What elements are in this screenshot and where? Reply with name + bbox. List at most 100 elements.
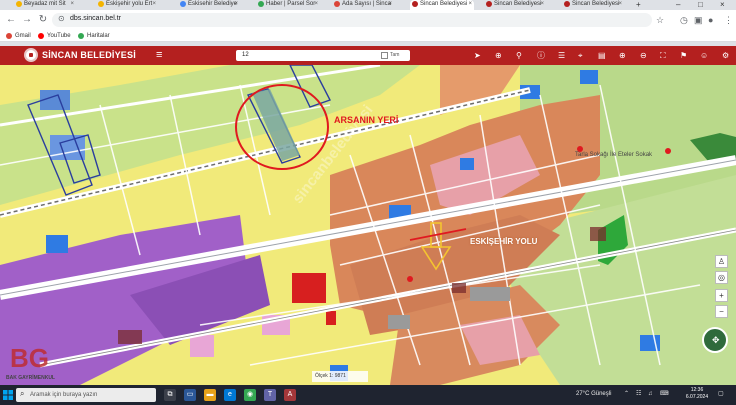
browser-tab[interactable]: Beyadaz mit Sit ×	[14, 0, 76, 10]
close-icon[interactable]: ×	[618, 0, 622, 8]
forward-arrow-icon[interactable]: →	[20, 13, 34, 27]
teams-icon[interactable]: T	[264, 389, 276, 401]
volume-icon[interactable]: ♫	[648, 390, 653, 398]
user-icon[interactable]: ☺	[700, 50, 708, 61]
eskisehir-yolu-annotation: ESKİŞEHİR YOLU	[470, 237, 538, 246]
access-icon[interactable]: A	[284, 389, 296, 401]
notifications-icon[interactable]: ▢	[718, 390, 724, 398]
zoom-in-icon[interactable]: ⊕	[619, 50, 626, 61]
browser-tab[interactable]: Haber | Parsel Sor ×	[256, 0, 320, 10]
system-clock[interactable]: 12:36 6.07.2024	[683, 387, 711, 401]
red-plot	[326, 311, 336, 325]
browser-tab[interactable]: Sincan Belediyesi ×	[484, 0, 546, 10]
globe-icon[interactable]: ⊕	[495, 50, 502, 61]
municipality-logo[interactable]	[24, 48, 38, 62]
close-icon[interactable]: ×	[468, 0, 472, 8]
taskbar-search[interactable]: ⌕ Aramak için buraya yazın	[16, 388, 156, 402]
menu-kebab-icon[interactable]: ⋮	[724, 14, 733, 26]
network-icon[interactable]: ☷	[636, 390, 641, 398]
tab-label: Eskisehir Belediye	[188, 1, 238, 7]
search-icon: ⌕	[20, 389, 25, 398]
gray-plot	[388, 315, 410, 329]
tab-favicon-icon	[486, 1, 492, 7]
hamburger-menu-icon[interactable]: ≡	[156, 49, 162, 61]
fullscreen-icon[interactable]: ⛶	[660, 50, 666, 61]
street-view-icon[interactable]: ♙	[715, 255, 728, 268]
browser-tab-strip: Beyadaz mit Sit × Eskişehir yolu Ert × Esk…	[0, 0, 736, 10]
browser-tab[interactable]: Sincan Belediyesi ×	[562, 0, 624, 10]
browser-tab[interactable]: Ada Sayısı | Sinca ×	[332, 0, 394, 10]
bookmark-haritalar[interactable]: Haritalar	[78, 32, 110, 40]
close-icon[interactable]: ×	[388, 0, 392, 8]
profile-icon[interactable]: ●	[708, 14, 713, 26]
close-icon[interactable]: ×	[152, 0, 156, 8]
agency-logo: BG	[8, 343, 70, 371]
close-icon[interactable]: ×	[70, 0, 74, 8]
map-canvas[interactable]: sincanbelediyesi ARSANIN YERİ ESKİŞEHİR …	[0, 65, 736, 385]
browser-tab[interactable]: Eskişehir yolu Ert ×	[96, 0, 158, 10]
browser-tab-active[interactable]: Sincan Belediyesi ×	[410, 0, 474, 10]
language-indicator-icon[interactable]: ⌨	[660, 390, 669, 398]
close-icon[interactable]: ×	[234, 0, 238, 8]
navigate-arrow-icon[interactable]: ➤	[474, 50, 481, 61]
zoom-out-icon[interactable]: ⊖	[640, 50, 647, 61]
minimize-icon[interactable]: –	[676, 0, 680, 9]
agency-logo-text: BG	[10, 343, 49, 371]
address-bar[interactable]: ⊙ dbs.sincan.bel.tr	[52, 13, 652, 27]
bookmark-gmail[interactable]: Gmail	[6, 32, 31, 40]
share-icon[interactable]: ⚲	[516, 50, 522, 61]
task-view-icon[interactable]: ⧉	[164, 389, 176, 401]
logo-emblem-icon	[29, 53, 33, 57]
url-text[interactable]: dbs.sincan.bel.tr	[70, 15, 121, 22]
taskbar-search-placeholder: Aramak için buraya yazın	[30, 392, 98, 398]
maximize-icon[interactable]: □	[698, 0, 703, 9]
back-arrow-icon[interactable]: ←	[4, 13, 18, 27]
tab-favicon-icon	[98, 1, 104, 7]
weather-widget[interactable]: 27°C Güneşli	[576, 390, 611, 398]
measure-icon[interactable]: ⌖	[578, 50, 583, 61]
edge-icon[interactable]: e	[224, 389, 236, 401]
map-scale: Ölçek 1: 9871	[312, 371, 368, 382]
browser-tab[interactable]: Eskisehir Belediye ×	[178, 0, 240, 10]
app-brand[interactable]: SİNCAN BELEDİYESİ	[42, 50, 136, 61]
map-compass-control[interactable]: ✥	[702, 327, 728, 353]
zoom-out-map-icon[interactable]: −	[715, 305, 728, 318]
bookmark-label: Gmail	[15, 33, 31, 39]
history-icon[interactable]: ◷	[680, 14, 688, 26]
layers-icon[interactable]: ☰	[558, 50, 565, 61]
tab-favicon-icon	[412, 1, 418, 7]
red-plot	[292, 273, 326, 303]
new-tab-button[interactable]: +	[636, 0, 641, 9]
settings-icon[interactable]: ⚙	[722, 50, 729, 61]
hatched-plot	[590, 227, 606, 241]
tray-arrow-icon[interactable]: ⌃	[624, 390, 629, 398]
blue-plot	[46, 235, 68, 253]
extensions-icon[interactable]: ▣	[694, 14, 703, 26]
bookmark-star-icon[interactable]: ☆	[656, 14, 664, 26]
file-explorer-icon[interactable]: ▬	[204, 389, 216, 401]
tab-favicon-icon	[180, 1, 186, 7]
chrome-icon[interactable]: ◉	[244, 389, 256, 401]
arsa-annotation: ARSANIN YERİ	[334, 115, 399, 125]
parcel-search-box[interactable]: 12 Tam	[236, 50, 410, 61]
location-pin-icon[interactable]	[665, 148, 671, 154]
close-window-icon[interactable]: ×	[720, 0, 725, 9]
location-pin-icon[interactable]	[407, 276, 413, 282]
close-icon[interactable]: ×	[540, 0, 544, 8]
site-info-icon[interactable]: ⊙	[58, 14, 65, 23]
bookmarks-bar: Gmail YouTube Haritalar	[0, 30, 736, 42]
exact-match-checkbox[interactable]	[381, 52, 388, 59]
close-icon[interactable]: ×	[314, 0, 318, 8]
zoom-in-map-icon[interactable]: +	[715, 289, 728, 302]
locate-me-icon[interactable]: ◎	[715, 271, 728, 284]
info-icon[interactable]: ⓘ	[537, 50, 545, 61]
bookmark-youtube[interactable]: YouTube	[38, 32, 71, 40]
language-flag-icon[interactable]: ⚑	[680, 50, 687, 61]
tab-label: Sincan Belediyesi	[420, 1, 468, 7]
blue-plot	[460, 158, 474, 170]
print-icon[interactable]: ▤	[598, 50, 606, 61]
explorer-icon[interactable]: ▭	[184, 389, 196, 401]
search-input[interactable]: 12	[242, 51, 249, 60]
windows-start-icon[interactable]	[3, 390, 13, 400]
reload-icon[interactable]: ↻	[36, 13, 50, 27]
